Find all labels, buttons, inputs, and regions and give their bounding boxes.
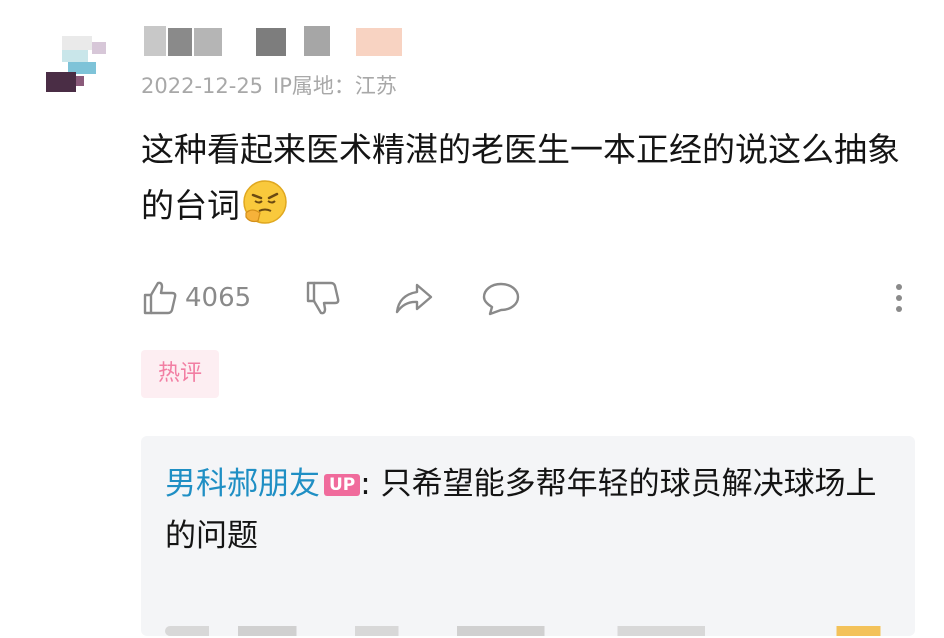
thinking-face-emoji	[242, 179, 288, 225]
ip-location: IP属地：江苏	[273, 74, 397, 98]
comment-text-block: 这种看起来医术精湛的老医生一本正经的说这么抽象的台词	[141, 122, 921, 234]
like-button[interactable]: 4065	[141, 274, 251, 322]
comment-meta: 2022-12-25 IP属地：江苏	[141, 70, 407, 100]
hot-comment-tag: 热评	[141, 350, 219, 398]
comment-actions: 4065	[141, 274, 921, 322]
dislike-icon	[306, 281, 340, 315]
reply-item[interactable]: 男科郝朋友 UP: 只希望能多帮年轻的球员解决球场上的问题	[165, 458, 895, 562]
reply-preview[interactable]: 男科郝朋友 UP: 只希望能多帮年轻的球员解决球场上的问题	[141, 436, 915, 636]
share-icon	[395, 283, 433, 314]
more-button[interactable]	[893, 274, 905, 322]
reply-author[interactable]: 男科郝朋友	[165, 466, 320, 502]
reply-button[interactable]	[481, 274, 521, 322]
avatar[interactable]	[46, 36, 108, 92]
comment-date: 2022-12-25	[141, 74, 264, 98]
dislike-button[interactable]	[304, 274, 342, 322]
like-count: 4065	[185, 283, 252, 313]
reply-item-cutoff	[165, 578, 895, 638]
like-icon	[143, 281, 177, 315]
up-badge: UP	[324, 474, 361, 496]
more-icon	[896, 284, 902, 312]
username-blurred[interactable]	[140, 26, 410, 58]
reply-icon	[482, 282, 520, 316]
share-button[interactable]	[393, 274, 435, 322]
